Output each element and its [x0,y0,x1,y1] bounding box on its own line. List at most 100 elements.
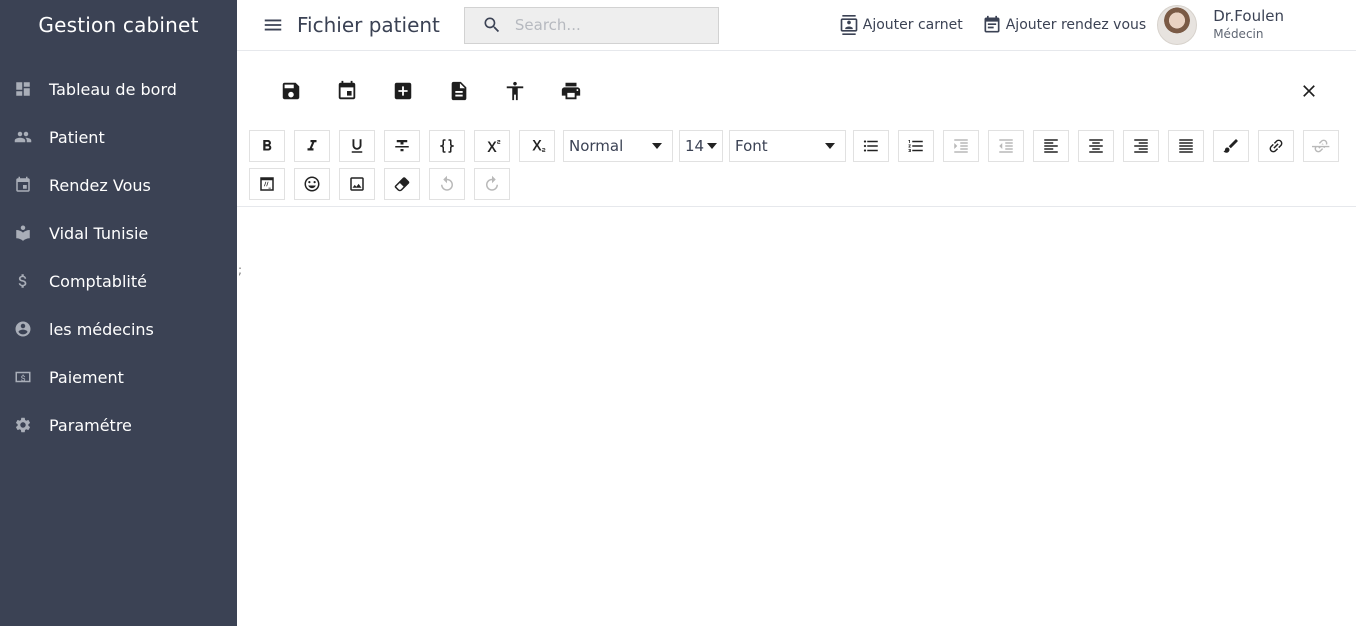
superscript-button[interactable] [474,130,510,162]
hamburger-icon [264,19,282,31]
add-appointment-button[interactable]: Ajouter rendez vous [982,15,1146,35]
align-center-button[interactable] [1078,130,1114,162]
image-icon [350,177,364,191]
numbered-list-icon [908,140,923,152]
undo-button[interactable] [429,168,465,200]
add-appointment-label: Ajouter rendez vous [1005,17,1147,33]
underline-icon [351,139,363,153]
close-button[interactable] [1298,80,1320,102]
user-name: Dr.Foulen [1213,7,1284,25]
editor-content[interactable]: ; [238,263,242,277]
sidebar-item-patient[interactable]: Patient [0,113,237,161]
size-select[interactable]: 14 [679,130,723,162]
align-left-button[interactable] [1033,130,1069,162]
calendar-icon [13,175,33,195]
dashboard-icon [13,79,33,99]
link-icon [1269,139,1283,153]
chevron-down-icon [825,143,835,149]
align-justify-icon [1179,139,1193,153]
italic-icon [307,140,317,151]
sidebar-item-label: Vidal Tunisie [49,223,149,243]
top-header: Fichier patient Ajouter carnet Ajouter r… [237,0,1356,51]
align-left-icon [1044,139,1058,153]
clear-format-button[interactable] [384,168,420,200]
unlink-button[interactable] [1303,130,1339,162]
sidebar-item-vidal-tunisie[interactable]: Vidal Tunisie [0,209,237,257]
document-icon [451,81,467,101]
calendar-button[interactable] [335,79,359,103]
save-button[interactable] [279,79,303,103]
sidebar-item-rendez-vous[interactable]: Rendez Vous [0,161,237,209]
code-view-button[interactable] [249,168,285,200]
add-button[interactable] [391,79,415,103]
strikethrough-icon [395,140,409,152]
italic-button[interactable] [294,130,330,162]
align-right-button[interactable] [1123,130,1159,162]
link-button[interactable] [1258,130,1294,162]
unlink-icon [1312,139,1330,153]
book-icon [13,223,33,243]
sidebar-item-les-medecins[interactable]: les médecins [0,305,237,353]
smiley-icon [304,176,320,192]
sidebar-item-label: Comptablité [49,271,147,291]
editor-toolbar: Normal 14 Font [237,124,1356,207]
gear-icon [13,415,33,435]
emoji-button[interactable] [294,168,330,200]
bold-button[interactable] [249,130,285,162]
sidebar-item-label: Paiement [49,367,124,387]
numbered-list-button[interactable] [898,130,934,162]
chevron-down-icon [652,143,662,149]
menu-button[interactable] [262,14,284,36]
indent-button[interactable] [943,130,979,162]
user-role: Médecin [1213,27,1264,41]
add-carnet-button[interactable]: Ajouter carnet [839,15,963,35]
align-right-icon [1134,139,1148,153]
outdent-icon [999,139,1013,153]
editor-area[interactable]: ; [237,208,1356,626]
subscript-button[interactable] [519,130,555,162]
image-button[interactable] [339,168,375,200]
code-block-button[interactable] [429,130,465,162]
body-button[interactable] [503,79,527,103]
code-view-icon [260,177,274,191]
accessibility-icon [506,81,524,101]
sidebar-nav: Tableau de bord Patient Rendez Vous Vida… [0,65,237,449]
strikethrough-button[interactable] [384,130,420,162]
superscript-icon [487,140,501,152]
text-color-button[interactable] [1213,130,1249,162]
brush-icon [1223,139,1238,153]
align-justify-button[interactable] [1168,130,1204,162]
people-icon [13,127,33,147]
indent-icon [954,139,968,153]
sidebar-item-parametre[interactable]: Paramétre [0,401,237,449]
add-box-icon [394,82,412,100]
print-button[interactable] [559,79,583,103]
undo-icon [441,175,453,191]
sidebar-item-tableau-de-bord[interactable]: Tableau de bord [0,65,237,113]
event-note-icon [984,15,1000,33]
add-carnet-label: Ajouter carnet [862,17,963,33]
search-box [463,6,719,44]
payment-icon [13,367,33,387]
user-info: Dr.Foulen Médecin [1213,7,1284,43]
chevron-down-icon [707,143,717,149]
sidebar-item-comptablite[interactable]: Comptablité [0,257,237,305]
underline-button[interactable] [339,130,375,162]
search-input[interactable] [514,16,705,34]
bullet-list-button[interactable] [853,130,889,162]
sidebar-item-label: Patient [49,127,105,147]
print-icon [561,82,581,100]
avatar[interactable] [1157,5,1198,45]
sidebar-item-paiement[interactable]: Paiement [0,353,237,401]
contact-card-icon [840,15,858,35]
calendar-icon [338,80,356,100]
header-select[interactable]: Normal [563,130,673,162]
size-select-value: 14 [685,137,705,155]
font-select[interactable]: Font [729,130,846,162]
bold-icon [263,140,272,151]
dollar-icon [13,271,33,291]
align-center-icon [1089,139,1103,153]
outdent-button[interactable] [988,130,1024,162]
document-button[interactable] [447,79,471,103]
redo-button[interactable] [474,168,510,200]
